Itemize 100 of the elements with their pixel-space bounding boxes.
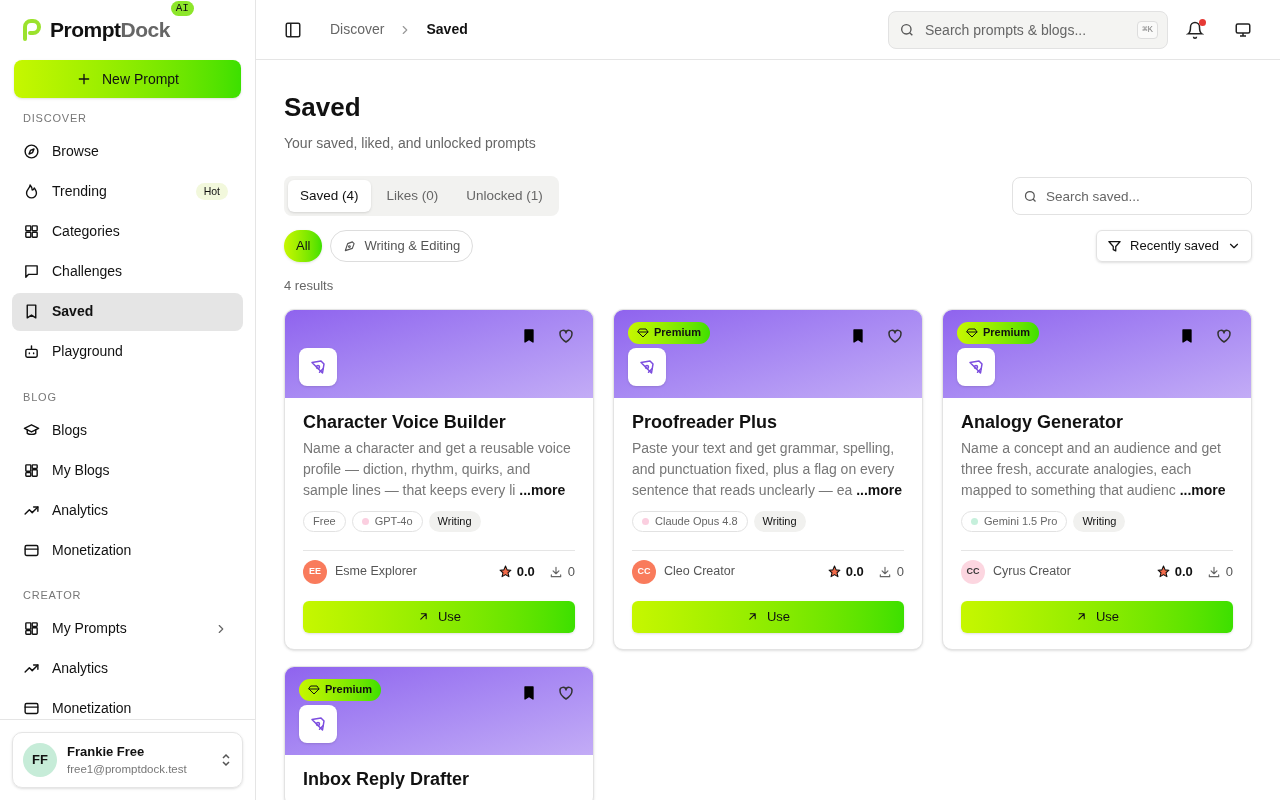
search-icon — [899, 21, 915, 38]
bookmark-icon[interactable] — [521, 327, 537, 344]
breadcrumb-link[interactable]: Discover — [330, 19, 385, 40]
rating: 0.0 — [516, 562, 535, 581]
author-avatar: CC — [632, 559, 656, 584]
robot-icon — [23, 343, 40, 360]
notification-bell-icon[interactable] — [1186, 20, 1204, 39]
sidebar-item[interactable]: Analytics — [12, 649, 243, 688]
sidebar-item[interactable]: Monetization — [12, 689, 243, 719]
author-name: Cleo Creator — [664, 563, 736, 581]
user-email: free1@promptdock.test — [67, 762, 188, 777]
ai-badge: AI — [170, 1, 194, 17]
sort-dropdown[interactable]: Recently saved — [1096, 230, 1252, 262]
diamond-icon — [308, 683, 320, 696]
user-name: Frankie Free — [67, 743, 146, 761]
download-count: 0 — [1225, 562, 1233, 581]
card-description: Paste your text and get grammar, spelling, and punctuation fixed, plus a flag on every sentence that reads unclearly — ea ...more — [632, 438, 904, 500]
bookmark-icon[interactable] — [850, 327, 866, 344]
tab[interactable]: Saved (4) — [288, 180, 371, 212]
section-heading: CREATOR — [22, 588, 83, 603]
sidebar-item[interactable]: Trending Hot — [12, 172, 243, 211]
bookmark-icon[interactable] — [521, 684, 537, 701]
sidebar-item[interactable]: Analytics — [12, 491, 243, 529]
pen-nib-icon — [309, 357, 327, 376]
category-tag: Writing — [428, 510, 481, 532]
sidebar-item[interactable]: Saved — [12, 292, 243, 331]
dashboard-icon — [23, 461, 40, 479]
card-description: Name a character and get a reusable voice profile — diction, rhythm, quirks, and sample lines — that keeps every li ...more — [303, 438, 572, 500]
author-name: Esme Explorer — [335, 563, 418, 581]
credit-card-icon — [23, 700, 40, 717]
star-icon — [827, 565, 841, 578]
model-name: Claude Opus 4.8 — [655, 513, 738, 529]
use-button[interactable]: Use — [632, 600, 904, 633]
user-avatar: FF — [23, 743, 57, 777]
plus-icon — [76, 71, 92, 87]
model-name: GPT-4o — [374, 513, 413, 529]
user-card[interactable]: FF Frankie Free free1@promptdock.test — [12, 732, 243, 788]
card-title: Character Voice Builder — [303, 410, 507, 433]
author-avatar: EE — [303, 559, 327, 584]
sidebar-item[interactable]: Browse — [12, 132, 243, 171]
bookmark-icon[interactable] — [1179, 327, 1195, 344]
more-link[interactable]: ...more — [519, 481, 566, 498]
prompt-card[interactable] — [613, 308, 923, 650]
grid-icon — [23, 223, 40, 240]
section-heading: DISCOVER — [22, 111, 88, 126]
download-icon — [1206, 564, 1221, 579]
star-icon — [1156, 565, 1170, 578]
section-heading: BLOG — [22, 389, 58, 405]
pen-nib-icon — [343, 239, 358, 253]
more-link[interactable]: ...more — [856, 481, 903, 498]
sidebar-item[interactable]: Challenges — [12, 252, 243, 291]
pen-nib-icon — [309, 714, 327, 733]
sidebar-item[interactable]: My Prompts — [12, 609, 243, 648]
download-icon — [548, 564, 563, 579]
download-count: 0 — [896, 562, 904, 581]
more-link[interactable]: ...more — [1179, 481, 1226, 498]
download-count: 0 — [567, 562, 575, 581]
pen-nib-icon — [967, 357, 985, 376]
sidebar-item[interactable]: Playground — [12, 332, 243, 371]
filter-icon — [1107, 238, 1123, 254]
monitor-icon[interactable] — [1234, 20, 1252, 39]
compass-icon — [23, 143, 40, 160]
page-subtitle: Your saved, liked, and unlocked prompts — [284, 134, 537, 153]
diamond-icon — [966, 326, 978, 339]
rating: 0.0 — [845, 562, 864, 581]
use-button[interactable]: Use — [303, 600, 575, 633]
sidebar-item[interactable]: Categories — [12, 212, 243, 251]
diamond-icon — [637, 326, 649, 339]
logo-icon — [20, 18, 44, 42]
sidebar-toggle-icon[interactable] — [284, 20, 302, 39]
results-count: 4 results — [284, 277, 335, 295]
chat-icon — [23, 263, 40, 280]
author-name: Cyrus Creator — [993, 563, 1072, 581]
sidebar-item[interactable]: My Blogs — [12, 451, 243, 489]
breadcrumb-current: Saved — [426, 20, 468, 39]
category-tag: Writing — [753, 510, 806, 532]
card-title: Proofreader Plus — [632, 410, 779, 433]
filter-chip[interactable]: All — [284, 230, 323, 262]
card-description: Name a concept and an audience and get three fresh, accurate analogies, each mapped to something that audienc ...more — [961, 438, 1227, 500]
category-tag: Writing — [1073, 510, 1126, 532]
shortcut-key: ⌘K — [1137, 20, 1158, 39]
download-icon — [877, 564, 892, 579]
tab[interactable]: Unlocked (1) — [454, 180, 555, 212]
sidebar-item[interactable]: Blogs — [12, 411, 243, 449]
model-name: Gemini 1.5 Pro — [984, 513, 1058, 529]
prompt-card[interactable]: Character Voice Builder Name a character and get a reusable voice profile — diction, rhythm, quirks, and sample lines — that keeps every li ...more Free GPT-4o Writing EE Esme Explorer 0.0 0 Use — [284, 308, 594, 650]
tab[interactable]: Likes (0) — [374, 180, 451, 212]
premium-badge: Premium — [299, 678, 382, 701]
prompt-card[interactable]: Premium Analogy Generator Name a concept and an audience and get three fresh, accurate analogies, each mapped to something that audienc ...more Gemini 1.5 Pro Writing CC Cyrus Creator 0.0 0 Use — [942, 308, 1252, 650]
sidebar-item[interactable]: Monetization — [12, 531, 243, 569]
premium-badge: Premium — [628, 321, 711, 344]
use-button[interactable]: Use — [961, 600, 1233, 633]
brand-name: PromptDock — [50, 17, 170, 44]
new-prompt-button[interactable]: New Prompt — [14, 60, 241, 98]
card-title: Analogy Generator — [961, 410, 1125, 433]
premium-badge: Premium — [957, 321, 1040, 344]
saved-search-field[interactable]: Search saved... — [1012, 177, 1252, 215]
prompt-card[interactable]: Premium Inbox Reply Drafter — [284, 665, 594, 800]
rating: 0.0 — [1174, 562, 1193, 581]
author-avatar: CC — [961, 559, 985, 584]
